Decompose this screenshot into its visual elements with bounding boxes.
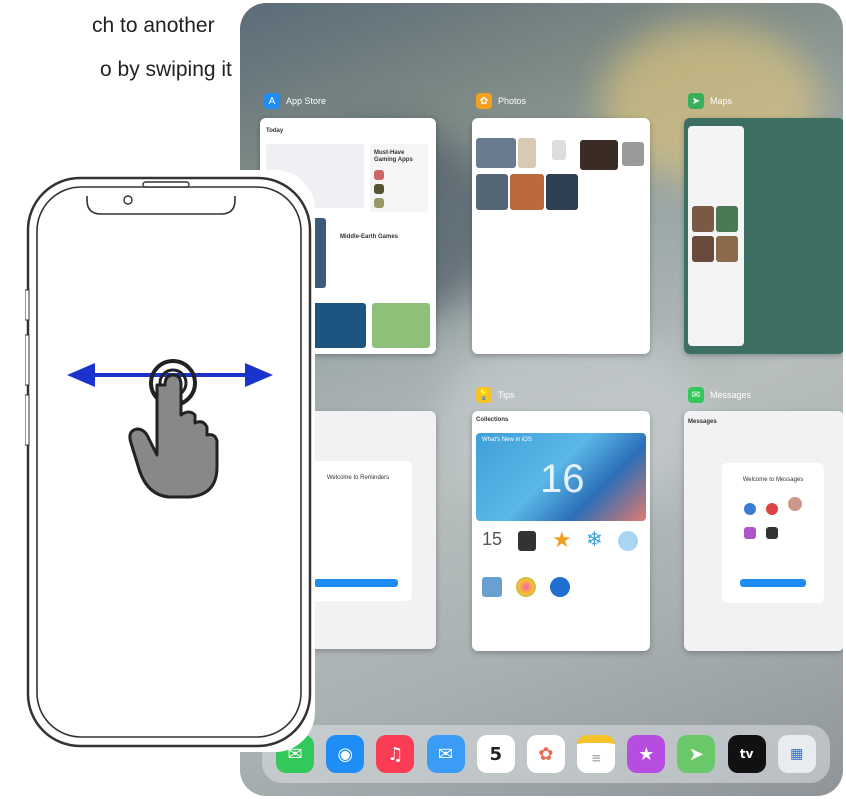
app-label-maps: ➤ Maps [688, 93, 732, 109]
dialog-title: Welcome to Reminders [326, 475, 390, 481]
app-label-app-store: A App Store [264, 93, 326, 109]
photos-icon[interactable]: ✿ [526, 735, 565, 773]
app-label-messages: ✉ Messages [688, 387, 751, 403]
hand-touch-icon [128, 359, 219, 499]
itunes-store-icon[interactable]: ★ [627, 735, 666, 773]
app-name: Photos [498, 96, 527, 106]
banner-title: Middle-Earth Games [340, 234, 399, 240]
messages-card[interactable]: Messages Welcome to Messages [684, 411, 843, 651]
app-name: Maps [710, 96, 733, 106]
app-name: Messages [710, 390, 752, 400]
list-title: Must-Have Gaming Apps [374, 150, 413, 163]
app-name: Tips [498, 390, 515, 400]
tv-label: tv [739, 747, 754, 761]
ipad-app-switcher: A App Store ✿ Photos ➤ Maps Today Must-H… [240, 3, 843, 796]
app-label-tips: 💡 Tips [476, 387, 515, 403]
maps-icon[interactable]: ➤ [677, 735, 716, 773]
safari-icon[interactable]: ◉ [326, 735, 365, 773]
card-heading: Messages [688, 419, 717, 425]
card-heading: Today [266, 128, 284, 134]
maps-card[interactable] [684, 118, 843, 354]
card-heading: Collections [476, 417, 509, 423]
maps-icon: ➤ [688, 93, 704, 109]
tips-card[interactable]: Collections What's New in iOS 16 15 ★ ❄ [472, 411, 650, 651]
more-apps-icon[interactable]: ▦ [777, 735, 816, 773]
app-name: App Store [286, 96, 327, 106]
photos-icon: ✿ [476, 93, 492, 109]
tips-row-number: 15 [482, 529, 503, 549]
instruction-line-1: ch to another [92, 14, 215, 37]
mail-icon[interactable]: ✉ [426, 735, 465, 773]
snowflake-icon: ❄ [586, 529, 603, 551]
ios-version-number: 16 [540, 457, 585, 501]
calendar-day: 5 [489, 743, 503, 765]
phone-illustration [24, 170, 315, 752]
photos-card[interactable] [472, 118, 650, 354]
dialog-title: Welcome to Messages [742, 477, 804, 483]
calendar-icon[interactable]: 5 [476, 735, 515, 773]
app-label-photos: ✿ Photos [476, 93, 526, 109]
messages-icon: ✉ [688, 387, 704, 403]
dock: ✉ ◉ ♫ ✉ 5 ✿ ≡ ★ ➤ tv ▦ [262, 725, 830, 783]
star-icon: ★ [552, 527, 572, 552]
notes-icon[interactable]: ≡ [577, 735, 616, 773]
tips-icon: 💡 [476, 387, 492, 403]
banner-subtitle: What's New in iOS [482, 437, 532, 443]
instruction-line-2: o by swiping it [100, 58, 232, 81]
music-icon[interactable]: ♫ [376, 735, 415, 773]
apple-tv-icon[interactable]: tv [727, 735, 766, 773]
app-store-icon: A [264, 93, 280, 109]
